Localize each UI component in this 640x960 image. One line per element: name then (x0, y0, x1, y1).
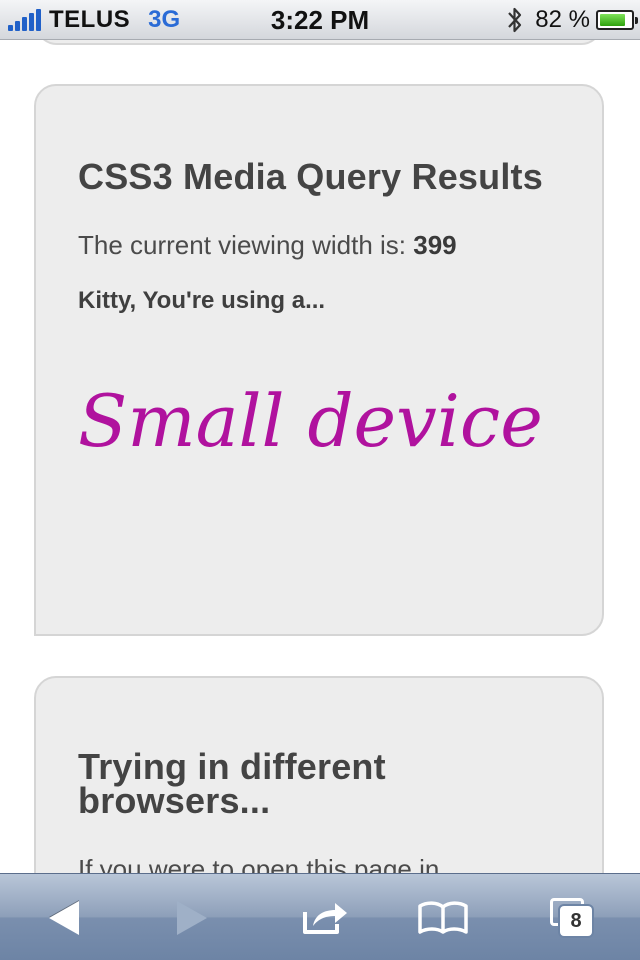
share-icon (303, 902, 347, 934)
browsers-heading: Trying in different browsers... (78, 746, 386, 821)
bluetooth-icon (508, 7, 522, 33)
device-size-text: Small device (78, 379, 543, 463)
bookmarks-button[interactable] (403, 874, 483, 960)
pages-count: 8 (560, 905, 592, 936)
back-button[interactable] (24, 874, 104, 960)
browsers-body-text: If you were to open this page in (78, 854, 440, 873)
share-button[interactable] (284, 874, 364, 960)
web-content[interactable]: CSS3 Media Query Results The current vie… (0, 40, 640, 873)
forward-arrow-icon (177, 900, 207, 935)
viewing-width-value: 399 (413, 230, 457, 260)
battery-percentage: 82 % (535, 6, 590, 33)
previous-card-bottom (35, 40, 603, 45)
bookmarks-icon (418, 900, 468, 934)
kitty-text: Kitty, You're using a... (78, 287, 326, 314)
results-heading: CSS3 Media Query Results (78, 156, 543, 197)
forward-button[interactable] (152, 874, 232, 960)
status-right: 82 % (505, 0, 638, 40)
battery-level-fill (600, 14, 625, 26)
viewing-width-line: The current viewing width is: 399 (78, 230, 560, 261)
pages-button[interactable]: 8 (532, 874, 612, 960)
media-query-results-card: CSS3 Media Query Results The current vie… (34, 84, 604, 636)
pages-icon: 8 (550, 897, 594, 938)
back-arrow-icon (49, 900, 79, 935)
safari-toolbar: 8 (0, 873, 640, 960)
browsers-card: Trying in different browsers... If you w… (34, 676, 604, 873)
battery-icon (596, 10, 638, 30)
safari-screen: TELUS 3G 3:22 PM 82 % CSS3 Media Query R… (0, 0, 640, 960)
status-bar: TELUS 3G 3:22 PM 82 % (0, 0, 640, 40)
viewing-width-label: The current viewing width is: (78, 230, 407, 260)
